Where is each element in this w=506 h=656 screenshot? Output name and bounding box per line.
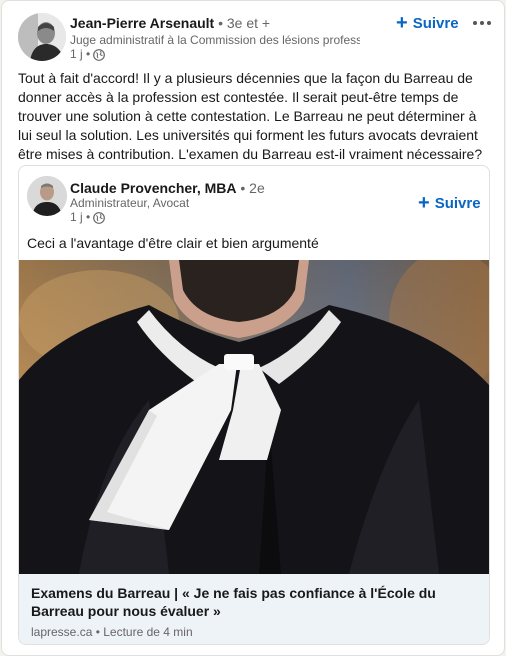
shared-post-text: Ceci a l'avantage d'être clair et bien a… [27, 235, 319, 251]
plus-icon: + [418, 192, 430, 214]
feed-post-card: Jean-Pierre Arsenault • 3e et + Juge adm… [1, 0, 505, 656]
article-footer[interactable]: Examens du Barreau | « Je ne fais pas co… [19, 574, 489, 644]
shared-actor-name[interactable]: Claude Provencher, MBA [70, 180, 237, 196]
connection-degree: • 3e et + [218, 15, 271, 31]
post-time: 1 j • [70, 47, 91, 61]
post-text: Tout à fait d'accord! Il y a plusieurs d… [18, 70, 483, 162]
shared-actor-name-row: Claude Provencher, MBA • 2e [70, 179, 265, 197]
shared-post-time: 1 j • [70, 210, 91, 224]
follow-button[interactable]: + Suivre [396, 12, 459, 34]
shared-follow-label: Suivre [434, 194, 481, 212]
ellipsis-icon [473, 21, 477, 25]
article-source: lapresse.ca • Lecture de 4 min [31, 625, 193, 639]
more-options-button[interactable] [470, 11, 494, 35]
shared-post[interactable]: Claude Provencher, MBA • 2e Administrate… [18, 165, 490, 645]
actor-avatar[interactable] [18, 13, 66, 61]
actor-name-row: Jean-Pierre Arsenault • 3e et + [70, 14, 270, 32]
shared-post-meta: 1 j • [70, 210, 106, 225]
actor-name[interactable]: Jean-Pierre Arsenault [70, 15, 214, 31]
shared-connection-degree: • 2e [240, 180, 265, 196]
article-image[interactable] [19, 260, 489, 574]
plus-icon: + [396, 12, 408, 34]
article-title[interactable]: Examens du Barreau | « Je ne fais pas co… [31, 584, 481, 620]
follow-label: Suivre [412, 14, 459, 32]
globe-icon [93, 211, 106, 224]
actor-headline: Juge administratif à la Commission des l… [70, 33, 360, 47]
shared-actor-headline: Administrateur, Avocat [70, 196, 190, 210]
post-meta: 1 j • [70, 47, 106, 62]
globe-icon [93, 48, 106, 61]
shared-follow-button[interactable]: + Suivre [418, 192, 481, 214]
shared-actor-avatar[interactable] [27, 176, 67, 216]
